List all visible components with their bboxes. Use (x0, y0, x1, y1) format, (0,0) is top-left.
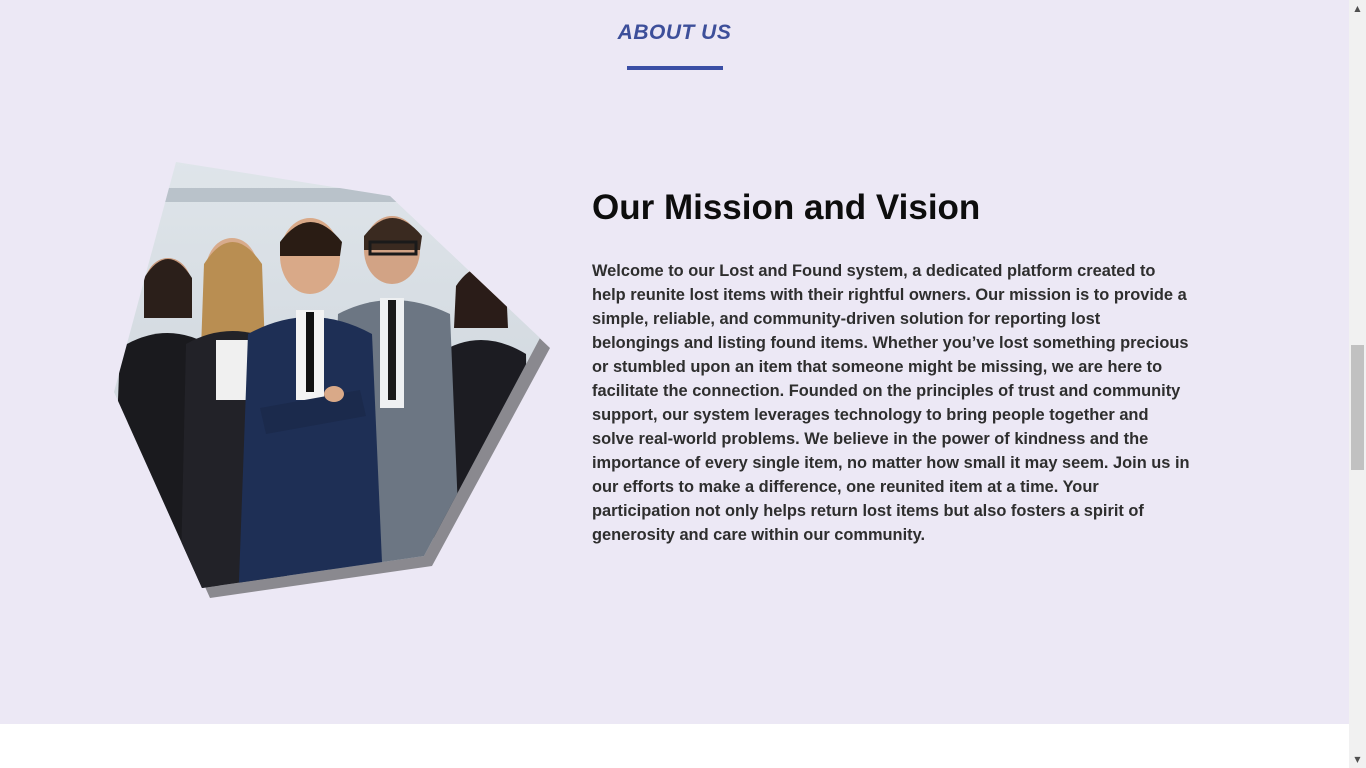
mission-title: Our Mission and Vision (592, 188, 981, 227)
about-section: ABOUT US Our Mission and Vision Welcome … (0, 0, 1349, 724)
next-section (0, 724, 1349, 768)
vertical-scrollbar[interactable]: ▲ ▼ (1349, 0, 1366, 768)
heading-underline (627, 66, 723, 70)
section-heading: ABOUT US (617, 21, 732, 44)
triangle-down-icon[interactable]: ▼ (1349, 751, 1366, 768)
mission-text: Welcome to our Lost and Found system, a … (592, 262, 1190, 544)
team-photo (114, 162, 550, 598)
scrollbar-thumb[interactable] (1351, 345, 1364, 470)
triangle-up-icon[interactable]: ▲ (1349, 0, 1366, 17)
